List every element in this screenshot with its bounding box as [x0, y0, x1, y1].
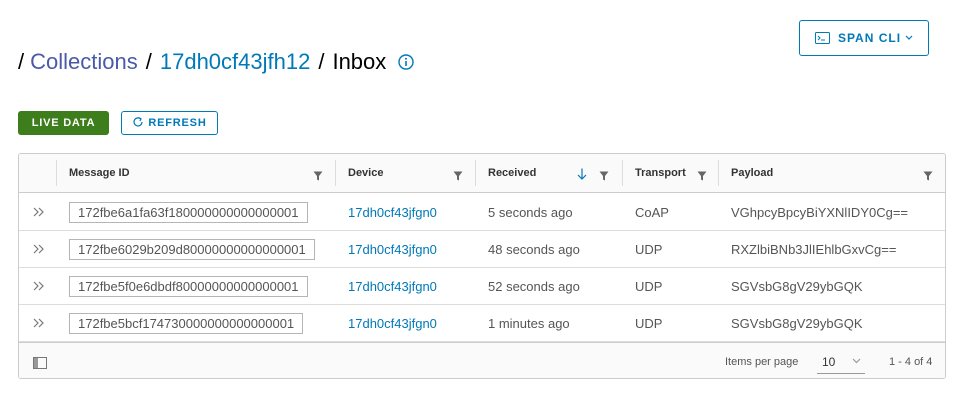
payload-cell: SGVsbG8gV29ybGQK — [731, 278, 863, 294]
page-size-select[interactable]: 10 — [817, 350, 865, 374]
datagrid-footer: Items per page 10 1 - 4 of 4 — [19, 342, 945, 378]
column-divider — [718, 160, 719, 186]
pagination-range: 1 - 4 of 4 — [889, 355, 933, 368]
device-link[interactable]: 17dh0cf43jfgn0 — [348, 194, 437, 230]
filter-icon[interactable] — [313, 168, 323, 186]
chevron-down-icon — [905, 35, 913, 41]
chevron-down-icon — [852, 358, 861, 364]
transport-cell: UDP — [635, 241, 663, 257]
filter-icon[interactable] — [453, 168, 463, 186]
live-data-label: LIVE DATA — [31, 117, 96, 129]
column-toggle-icon[interactable] — [33, 356, 47, 374]
column-divider — [622, 160, 623, 186]
table-row[interactable]: 172fbe5bcf174730000000000000001 17dh0cf4… — [19, 305, 945, 342]
items-per-page-label: Items per page — [725, 355, 799, 368]
payload-cell: SGVsbG8gV29ybGQK — [731, 315, 863, 331]
breadcrumb-collection-link[interactable]: 17dh0cf43jfh12 — [160, 49, 310, 75]
span-cli-label: SPAN CLI — [837, 31, 902, 45]
expand-row-icon[interactable] — [33, 268, 45, 304]
breadcrumb: / Collections / 17dh0cf43jfh12 / Inbox — [18, 46, 414, 78]
column-header-message-id[interactable]: Message ID — [69, 154, 130, 192]
expand-row-icon[interactable] — [33, 194, 45, 230]
table-row[interactable]: 172fbe5f0e6dbdf80000000000000001 17dh0cf… — [19, 268, 945, 305]
received-cell: 1 minutes ago — [488, 315, 570, 331]
payload-cell: RXZlbiBNb3JlIEhlbGxvCg== — [731, 241, 897, 257]
message-id-field[interactable]: 172fbe6a1fa63f180000000000000001 — [69, 201, 308, 223]
received-cell: 5 seconds ago — [488, 204, 573, 220]
column-divider — [56, 160, 57, 186]
refresh-icon — [132, 116, 144, 131]
datagrid-header: Message ID Device Received Transport Pay… — [19, 154, 945, 193]
live-data-button[interactable]: LIVE DATA — [18, 111, 109, 135]
message-id-field[interactable]: 172fbe6029b209d80000000000000001 — [69, 238, 315, 260]
terminal-icon — [814, 32, 830, 44]
page-size-value: 10 — [822, 354, 836, 369]
column-header-received[interactable]: Received — [488, 154, 536, 192]
payload-cell: VGhpcyBpcyBiYXNlIDY0Cg== — [731, 204, 909, 220]
refresh-label: REFRESH — [148, 117, 207, 129]
message-id-field[interactable]: 172fbe5f0e6dbdf80000000000000001 — [69, 275, 308, 297]
device-link[interactable]: 17dh0cf43jfgn0 — [348, 231, 437, 267]
device-link[interactable]: 17dh0cf43jfgn0 — [348, 305, 437, 341]
transport-cell: CoAP — [635, 204, 669, 220]
transport-cell: UDP — [635, 315, 663, 331]
table-row[interactable]: 172fbe6029b209d80000000000000001 17dh0cf… — [19, 231, 945, 268]
transport-cell: UDP — [635, 278, 663, 294]
info-icon[interactable] — [398, 54, 414, 70]
received-cell: 52 seconds ago — [488, 278, 580, 294]
received-cell: 48 seconds ago — [488, 241, 580, 257]
message-id-field[interactable]: 172fbe5bcf174730000000000000001 — [69, 312, 304, 334]
breadcrumb-collections-link[interactable]: Collections — [30, 49, 138, 75]
column-divider — [475, 160, 476, 186]
filter-icon[interactable] — [923, 168, 933, 186]
refresh-button[interactable]: REFRESH — [121, 111, 218, 135]
breadcrumb-separator: / — [318, 49, 325, 74]
expand-row-icon[interactable] — [33, 305, 45, 341]
table-row[interactable]: 172fbe6a1fa63f180000000000000001 17dh0cf… — [19, 194, 945, 231]
span-cli-button[interactable]: SPAN CLI — [799, 20, 929, 56]
page-title: Inbox — [332, 49, 387, 74]
breadcrumb-separator: / — [18, 49, 25, 74]
column-header-device[interactable]: Device — [348, 154, 383, 192]
device-link[interactable]: 17dh0cf43jfgn0 — [348, 268, 437, 304]
column-header-payload[interactable]: Payload — [731, 154, 773, 192]
expand-row-icon[interactable] — [33, 231, 45, 267]
filter-icon[interactable] — [697, 168, 707, 186]
filter-icon[interactable] — [599, 168, 609, 186]
column-divider — [335, 160, 336, 186]
column-header-transport[interactable]: Transport — [635, 154, 686, 192]
messages-datagrid: Message ID Device Received Transport Pay… — [18, 153, 946, 379]
arrow-down-icon[interactable] — [577, 167, 587, 185]
breadcrumb-separator: / — [145, 49, 152, 74]
